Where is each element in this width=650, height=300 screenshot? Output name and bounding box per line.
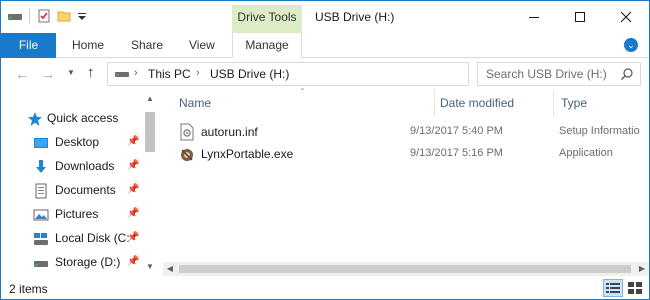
close-icon (620, 11, 632, 23)
tab-view[interactable]: View (189, 33, 215, 58)
drive-icon (114, 67, 130, 81)
scrollbar-thumb[interactable] (145, 112, 155, 152)
sidebar-item-label: Storage (D:) (55, 255, 121, 269)
tab-home[interactable]: Home (72, 33, 104, 58)
address-bar[interactable]: › This PC › USB Drive (H:) ▼ ↻ (107, 62, 569, 86)
star-icon (27, 111, 43, 127)
title-bar: Drive Tools USB Drive (H:) (1, 1, 649, 33)
drive-icon (33, 255, 49, 271)
sort-ascending-icon: ⌃ (299, 87, 306, 96)
sidebar-item-desktop[interactable]: Desktop 📌 (1, 130, 143, 154)
expand-ribbon-button[interactable]: ⌄ (623, 37, 639, 53)
status-bar: 2 items (1, 276, 649, 299)
sidebar-item-label: Documents (55, 183, 116, 197)
nav-pane-scrollbar[interactable]: ▲ ▼ (143, 90, 157, 276)
ribbon-tab-bar: File Home Share View Manage ⌄ (1, 33, 649, 58)
navigation-bar: ← → ▼ ↑ › This PC › USB Drive (H:) ▼ ↻ (1, 58, 649, 90)
details-view-icon (606, 283, 620, 293)
scroll-up-icon[interactable]: ▲ (143, 92, 157, 106)
scroll-down-icon[interactable]: ▼ (143, 260, 157, 274)
column-header-type[interactable]: Type (561, 94, 587, 116)
horizontal-scrollbar[interactable]: ◀ ▶ (163, 262, 649, 276)
search-icon[interactable] (620, 67, 634, 81)
large-icons-view-icon (628, 282, 642, 294)
new-folder-icon[interactable] (56, 8, 72, 24)
forward-arrow-icon[interactable]: → (41, 66, 55, 82)
sidebar-item-label: Local Disk (C: (55, 231, 130, 245)
sidebar-item-label: Desktop (55, 135, 100, 149)
pin-icon: 📌 (127, 232, 140, 243)
sidebar-item-label: Downloads (55, 159, 115, 173)
toolbar-divider (29, 9, 30, 23)
explorer-window: Drive Tools USB Drive (H:) File Home Sha… (0, 0, 650, 300)
scrollbar-thumb[interactable] (179, 265, 631, 273)
back-arrow-icon[interactable]: ← (15, 66, 29, 82)
search-box[interactable] (477, 62, 641, 86)
column-divider[interactable] (553, 90, 554, 116)
search-input[interactable] (486, 66, 616, 82)
scroll-left-icon[interactable]: ◀ (163, 262, 177, 276)
minimize-button[interactable] (511, 1, 557, 33)
pin-icon: 📌 (127, 136, 140, 147)
file-name: autorun.inf (201, 125, 258, 139)
file-name: LynxPortable.exe (201, 147, 294, 161)
scroll-right-icon[interactable]: ▶ (635, 262, 649, 276)
file-list-pane: ⌃ Name Date modified Type autorun.inf 9/… (171, 87, 649, 276)
sidebar-item-local-disk[interactable]: Local Disk (C: 📌 (1, 226, 143, 250)
column-header-name[interactable]: Name (179, 94, 211, 116)
sidebar-item-quick-access[interactable]: Quick access (1, 106, 143, 130)
tab-file[interactable]: File (1, 33, 56, 58)
window-title: USB Drive (H:) (315, 10, 395, 24)
item-count: 2 items (9, 282, 48, 296)
breadcrumb-this-pc[interactable]: This PC (148, 67, 191, 81)
breadcrumb-usb-drive[interactable]: USB Drive (H:) (210, 67, 289, 81)
local-disk-icon (33, 231, 49, 247)
recent-locations-icon[interactable]: ▼ (67, 68, 75, 77)
sidebar-item-label: Quick access (47, 111, 119, 125)
close-button[interactable] (603, 1, 649, 33)
table-row[interactable]: autorun.inf 9/13/2017 5:40 PM Setup Info… (179, 121, 649, 143)
breadcrumb-separator-icon[interactable]: › (196, 67, 200, 79)
documents-folder-icon (33, 183, 49, 199)
maximize-icon (575, 12, 585, 22)
sidebar-item-label: Pictures (55, 207, 99, 221)
column-divider[interactable] (434, 90, 435, 116)
details-view-button[interactable] (603, 279, 623, 297)
large-icons-view-button[interactable] (625, 279, 645, 297)
quick-access-toolbar (7, 8, 88, 24)
table-row[interactable]: LynxPortable.exe 9/13/2017 5:16 PM Appli… (179, 143, 649, 165)
pin-icon: 📌 (127, 160, 140, 171)
drive-tools-context-tab: Drive Tools (232, 5, 302, 33)
exe-file-icon (179, 145, 195, 163)
chevron-down-icon: ⌄ (624, 38, 638, 52)
pin-icon: 📌 (127, 208, 140, 219)
desktop-folder-icon (33, 135, 49, 151)
pin-icon: 📌 (127, 184, 140, 195)
file-type: Application (559, 147, 613, 159)
file-date: 9/13/2017 5:40 PM (410, 125, 503, 137)
sidebar-item-downloads[interactable]: Downloads 📌 (1, 154, 143, 178)
file-type: Setup Informatio (559, 125, 640, 137)
inf-file-icon (179, 123, 195, 141)
tab-manage[interactable]: Manage (232, 33, 302, 58)
file-date: 9/13/2017 5:16 PM (410, 147, 503, 159)
drive-icon[interactable] (7, 8, 23, 24)
pictures-folder-icon (33, 207, 49, 223)
pin-icon: 📌 (127, 256, 140, 267)
customize-toolbar-icon[interactable] (76, 8, 88, 24)
up-arrow-icon[interactable]: ↑ (87, 64, 95, 81)
breadcrumb-separator-icon[interactable]: › (134, 67, 138, 79)
column-header-date-modified[interactable]: Date modified (440, 94, 514, 116)
tab-share[interactable]: Share (131, 33, 163, 58)
navigation-pane: Quick access Desktop 📌 Downloads 📌 Docum… (1, 90, 157, 276)
maximize-button[interactable] (557, 1, 603, 33)
downloads-folder-icon (33, 159, 49, 175)
sidebar-item-storage[interactable]: Storage (D:) 📌 (1, 250, 143, 274)
minimize-icon (529, 17, 539, 18)
sidebar-item-documents[interactable]: Documents 📌 (1, 178, 143, 202)
properties-icon[interactable] (36, 8, 52, 24)
sidebar-item-pictures[interactable]: Pictures 📌 (1, 202, 143, 226)
